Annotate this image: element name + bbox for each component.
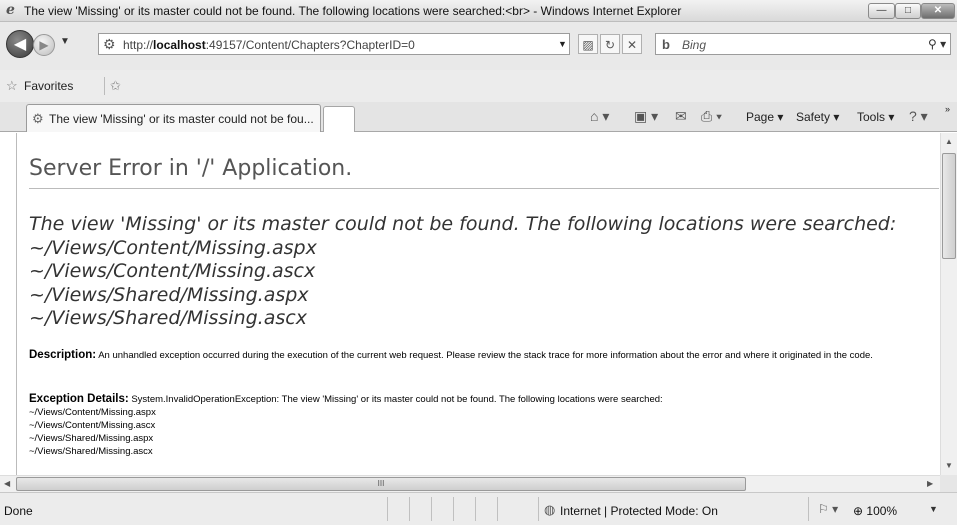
new-tab-button[interactable] [323, 106, 355, 132]
error-line: ~/Views/Content/Missing.aspx [29, 236, 317, 259]
page-gear-icon: ⚙ [103, 36, 116, 52]
bing-logo-icon: b [662, 37, 670, 52]
error-line: The view 'Missing' or its master could n… [29, 213, 897, 235]
tab-bar: ⚙ The view 'Missing' or its master could… [0, 102, 957, 132]
title-divider [29, 188, 939, 189]
read-mail-icon[interactable]: ✉ [675, 108, 687, 125]
feeds-icon[interactable]: ▣ ▾ [634, 108, 658, 125]
add-to-favorites-bar-icon[interactable]: ✩ [110, 78, 121, 94]
details-line: ~/Views/Content/Missing.aspx [29, 407, 156, 418]
status-divider [475, 497, 476, 521]
print-icon[interactable]: ⎙ ▾ [701, 108, 722, 125]
stop-icon[interactable]: ✕ [622, 34, 642, 54]
details-line: ~/Views/Shared/Missing.aspx [29, 433, 154, 444]
status-divider [387, 497, 388, 521]
horizontal-scroll-thumb[interactable]: III [16, 477, 746, 491]
zoom-level[interactable]: ⊕ 100% [853, 504, 897, 518]
status-bar: Done ◍ Internet | Protected Mode: On ⚐ ▾… [0, 492, 957, 525]
scroll-corner [940, 475, 957, 492]
tab-active[interactable]: ⚙ The view 'Missing' or its master could… [26, 104, 321, 132]
security-zone[interactable]: Internet | Protected Mode: On [560, 504, 718, 518]
status-text: Done [4, 504, 33, 518]
minimize-button[interactable]: — [868, 3, 895, 19]
exception-details-block: Exception Details: System.InvalidOperati… [29, 393, 934, 458]
status-divider [538, 497, 539, 521]
back-button[interactable]: ◀ [6, 30, 34, 58]
address-dropdown-arrow[interactable]: ▼ [558, 39, 567, 49]
description-label: Description: [29, 349, 97, 361]
recent-pages-dropdown[interactable]: ▼ [60, 36, 70, 47]
status-divider [808, 497, 809, 521]
home-icon[interactable]: ⌂ ▾ [590, 108, 609, 125]
address-toolbar: ◀ ▶ ▼ ⚙ http://localhost:49157/Content/C… [0, 22, 957, 70]
details-line: ~/Views/Shared/Missing.ascx [29, 446, 153, 457]
address-field[interactable]: ⚙ http://localhost:49157/Content/Chapter… [98, 33, 570, 55]
tools-menu[interactable]: Tools ▾ [857, 110, 894, 124]
favorites-bar: ☆ Favorites ✩ [0, 70, 957, 102]
error-line: ~/Views/Shared/Missing.aspx [29, 283, 309, 306]
scroll-down-icon[interactable]: ▼ [945, 461, 953, 470]
status-divider [431, 497, 432, 521]
protected-mode-icon[interactable]: ⚐ ▾ [818, 502, 838, 516]
vertical-scrollbar[interactable]: ▲ ▼ [940, 133, 957, 475]
page-title: Server Error in '/' Application. [29, 156, 353, 181]
maximize-button[interactable]: □ [895, 3, 921, 19]
page-content: Server Error in '/' Application. The vie… [16, 133, 940, 475]
scroll-left-icon[interactable]: ◀ [4, 479, 10, 488]
help-icon[interactable]: ? ▾ [909, 108, 928, 125]
description-text: An unhandled exception occurred during t… [98, 350, 873, 361]
ie-logo-icon: e [6, 2, 15, 18]
error-line: ~/Views/Shared/Missing.ascx [29, 307, 307, 329]
scroll-up-icon[interactable]: ▲ [945, 137, 953, 146]
window-titlebar: e The view 'Missing' or its master could… [0, 0, 957, 22]
favorites-divider [104, 77, 105, 95]
vertical-scroll-thumb[interactable] [942, 153, 956, 259]
compatibility-view-icon[interactable]: ▨ [578, 34, 598, 54]
search-box[interactable]: b Bing ⚲ ▾ [655, 33, 951, 55]
refresh-icon[interactable]: ↻ [600, 34, 620, 54]
details-label: Exception Details: [29, 393, 129, 405]
description-block: Description: An unhandled exception occu… [29, 349, 934, 362]
url-text[interactable]: http://localhost:49157/Content/Chapters?… [123, 38, 415, 52]
details-line: ~/Views/Content/Missing.ascx [29, 420, 156, 431]
internet-globe-icon: ◍ [544, 502, 556, 517]
status-divider [409, 497, 410, 521]
error-line: ~/Views/Content/Missing.ascx [29, 260, 316, 282]
favorites-star-icon[interactable]: ☆ [6, 78, 18, 94]
chevron-more-icon[interactable]: » [945, 104, 950, 114]
window-title: The view 'Missing' or its master could n… [24, 4, 682, 18]
scroll-right-icon[interactable]: ▶ [927, 479, 933, 488]
safety-menu[interactable]: Safety ▾ [796, 110, 839, 124]
horizontal-scrollbar[interactable]: ◀ III ▶ [0, 475, 940, 492]
search-icon[interactable]: ⚲ ▾ [928, 37, 946, 51]
details-text: System.InvalidOperationException: The vi… [131, 394, 663, 405]
page-menu[interactable]: Page ▾ [746, 110, 783, 124]
status-divider [497, 497, 498, 521]
close-button[interactable]: ✕ [921, 3, 955, 19]
forward-button[interactable]: ▶ [33, 34, 55, 56]
error-heading: The view 'Missing' or its master could n… [29, 213, 940, 331]
search-placeholder[interactable]: Bing [682, 38, 706, 52]
zoom-dropdown-arrow[interactable]: ▼ [929, 504, 938, 514]
status-divider [453, 497, 454, 521]
tab-page-icon: ⚙ [32, 111, 44, 126]
tab-label: The view 'Missing' or its master could n… [49, 112, 314, 126]
favorites-button[interactable]: Favorites [24, 79, 73, 93]
